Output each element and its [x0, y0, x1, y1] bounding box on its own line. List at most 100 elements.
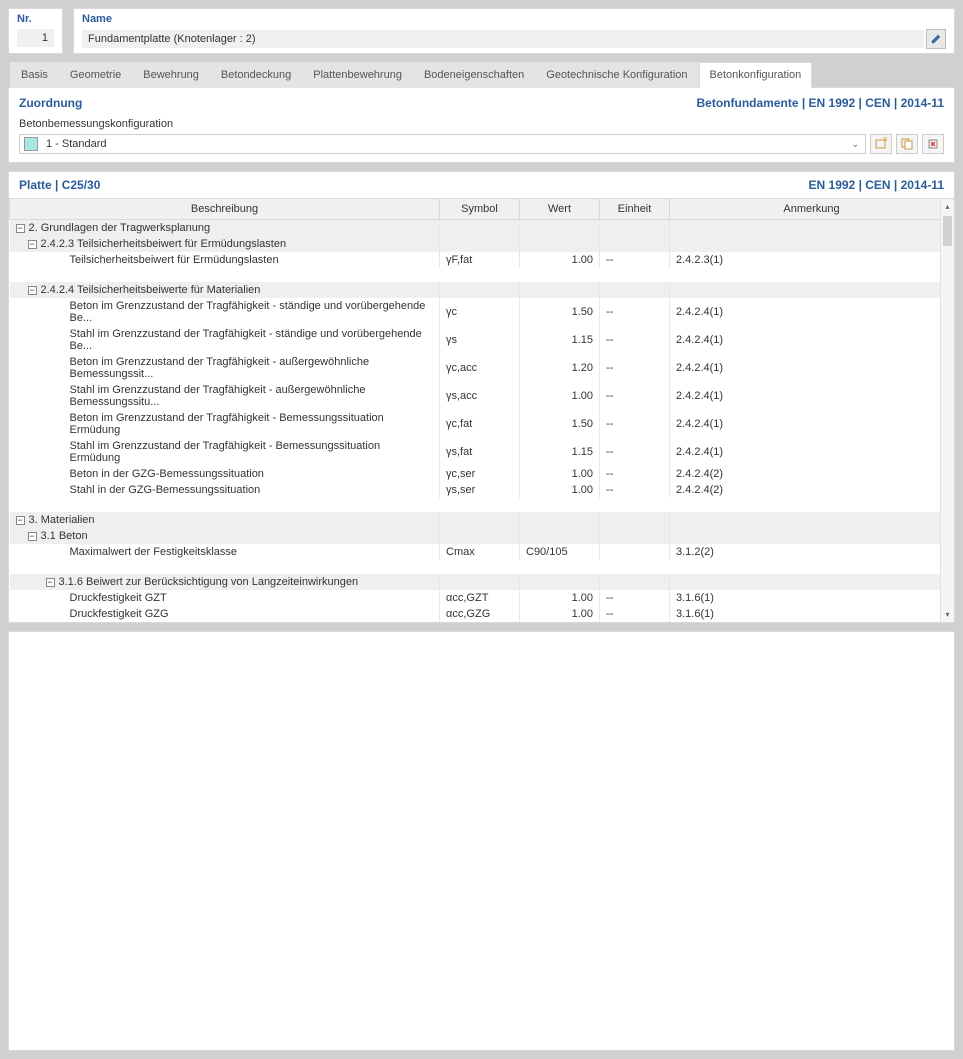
config-label: Betonbemessungskonfiguration — [19, 118, 944, 130]
cell-note — [670, 236, 954, 252]
table-row[interactable]: Druckfestigkeit GZTαcc,GZT1.00--3.1.6(1) — [10, 590, 954, 606]
tree-toggle-icon[interactable]: − — [16, 516, 25, 525]
table-row[interactable]: −3.1.6 Beiwert zur Berücksichtigung von … — [10, 574, 954, 590]
nr-field: Nr. 1 — [8, 8, 63, 54]
cell-val[interactable]: 1.15 — [520, 438, 600, 466]
col-note[interactable]: Anmerkung — [670, 199, 954, 220]
config-select-value: 1 - Standard — [42, 138, 845, 150]
table-row[interactable]: −2.4.2.3 Teilsicherheitsbeiwert für Ermü… — [10, 236, 954, 252]
cell-val[interactable]: 1.00 — [520, 466, 600, 482]
cell-val[interactable]: 1.50 — [520, 410, 600, 438]
cell-val[interactable]: 1.15 — [520, 326, 600, 354]
tab-basis[interactable]: Basis — [10, 62, 59, 88]
row-description: Druckfestigkeit GZG — [70, 608, 169, 620]
cell-val[interactable]: 1.00 — [520, 382, 600, 410]
cell-unit: -- — [600, 590, 670, 606]
table-row[interactable]: −2. Grundlagen der Tragwerksplanung — [10, 220, 954, 237]
delete-config-button[interactable] — [922, 134, 944, 154]
tab-bodeneigenschaften[interactable]: Bodeneigenschaften — [413, 62, 535, 88]
cell-val[interactable]: 1.00 — [520, 482, 600, 498]
cell-sym: γs,acc — [440, 382, 520, 410]
tree-toggle-icon[interactable]: − — [28, 532, 37, 541]
table-row[interactable]: Beton im Grenzzustand der Tragfähigkeit … — [10, 410, 954, 438]
tab-betondeckung[interactable]: Betondeckung — [210, 62, 302, 88]
cell-unit — [600, 528, 670, 544]
tree-toggle-icon[interactable]: − — [28, 240, 37, 249]
table-row[interactable]: Stahl im Grenzzustand der Tragfähigkeit … — [10, 326, 954, 354]
table-row[interactable]: Beton im Grenzzustand der Tragfähigkeit … — [10, 354, 954, 382]
scroll-thumb[interactable] — [943, 216, 952, 246]
cell-note — [670, 220, 954, 237]
dropdown-arrow-icon[interactable]: ⌄ — [845, 139, 865, 150]
cell-note: 2.4.2.4(1) — [670, 438, 954, 466]
cell-val[interactable]: 1.50 — [520, 298, 600, 326]
row-description: Stahl im Grenzzustand der Tragfähigkeit … — [70, 328, 422, 352]
cell-note — [670, 574, 954, 590]
table-row[interactable]: −3. Materialien — [10, 512, 954, 528]
table-row[interactable]: Beton in der GZG-Bemessungssituationγc,s… — [10, 466, 954, 482]
cell-note: 2.4.2.4(1) — [670, 382, 954, 410]
col-unit[interactable]: Einheit — [600, 199, 670, 220]
vertical-scrollbar[interactable]: ▴ ▾ — [940, 200, 954, 622]
row-description: 2.4.2.3 Teilsicherheitsbeiwert für Ermüd… — [41, 238, 287, 250]
tab-bewehrung[interactable]: Bewehrung — [132, 62, 210, 88]
cell-val — [520, 282, 600, 298]
tree-toggle-icon[interactable]: − — [46, 578, 55, 587]
tab-betonkonfiguration[interactable]: Betonkonfiguration — [699, 62, 813, 88]
table-row[interactable]: Beton im Grenzzustand der Tragfähigkeit … — [10, 298, 954, 326]
copy-config-button[interactable] — [896, 134, 918, 154]
edit-name-button[interactable] — [926, 29, 946, 49]
assignment-title: Zuordnung — [19, 96, 82, 110]
cell-unit: -- — [600, 326, 670, 354]
col-desc[interactable]: Beschreibung — [10, 199, 440, 220]
table-row[interactable]: Teilsicherheitsbeiwert für Ermüdungslast… — [10, 252, 954, 268]
row-description: Beton im Grenzzustand der Tragfähigkeit … — [70, 356, 370, 380]
table-row[interactable]: −2.4.2.4 Teilsicherheitsbeiwerte für Mat… — [10, 282, 954, 298]
col-val[interactable]: Wert — [520, 199, 600, 220]
nr-value[interactable]: 1 — [17, 29, 54, 47]
cell-sym: γc — [440, 298, 520, 326]
table-row[interactable]: Druckfestigkeit GZGαcc,GZG1.00--3.1.6(1) — [10, 606, 954, 622]
cell-note: 3.1.6(1) — [670, 606, 954, 622]
tab-geotechnische-konfiguration[interactable]: Geotechnische Konfiguration — [535, 62, 698, 88]
cell-unit: -- — [600, 466, 670, 482]
empty-panel — [8, 631, 955, 1051]
scroll-up-icon[interactable]: ▴ — [941, 200, 954, 214]
tree-toggle-icon[interactable]: − — [16, 224, 25, 233]
cell-sym: αcc,GZG — [440, 606, 520, 622]
cell-unit: -- — [600, 482, 670, 498]
row-description: Beton im Grenzzustand der Tragfähigkeit … — [70, 412, 384, 436]
cell-sym: γs — [440, 326, 520, 354]
table-row[interactable]: Stahl im Grenzzustand der Tragfähigkeit … — [10, 382, 954, 410]
name-value[interactable]: Fundamentplatte (Knotenlager : 2) — [82, 30, 924, 48]
tab-plattenbewehrung[interactable]: Plattenbewehrung — [302, 62, 413, 88]
cell-val[interactable]: C90/105 — [520, 544, 600, 560]
cell-val — [520, 574, 600, 590]
cell-unit — [600, 236, 670, 252]
cell-val[interactable]: 1.00 — [520, 606, 600, 622]
row-description: Druckfestigkeit GZT — [70, 592, 167, 604]
cell-unit — [600, 544, 670, 560]
tab-bar: BasisGeometrieBewehrungBetondeckungPlatt… — [8, 62, 955, 88]
table-row[interactable]: Stahl in der GZG-Bemessungssituationγs,s… — [10, 482, 954, 498]
table-row[interactable]: −3.1 Beton — [10, 528, 954, 544]
config-select[interactable]: 1 - Standard ⌄ — [19, 134, 866, 154]
cell-val[interactable]: 1.00 — [520, 252, 600, 268]
cell-note: 2.4.2.4(2) — [670, 466, 954, 482]
row-description: Stahl im Grenzzustand der Tragfähigkeit … — [70, 384, 366, 408]
cell-val — [520, 220, 600, 237]
new-config-button[interactable] — [870, 134, 892, 154]
tree-toggle-icon[interactable]: − — [28, 286, 37, 295]
table-row[interactable]: Stahl im Grenzzustand der Tragfähigkeit … — [10, 438, 954, 466]
cell-unit: -- — [600, 438, 670, 466]
col-sym[interactable]: Symbol — [440, 199, 520, 220]
cell-sym — [440, 282, 520, 298]
assignment-standard: Betonfundamente | EN 1992 | CEN | 2014-1… — [697, 96, 945, 110]
cell-val[interactable]: 1.00 — [520, 590, 600, 606]
tab-geometrie[interactable]: Geometrie — [59, 62, 132, 88]
scroll-down-icon[interactable]: ▾ — [941, 608, 954, 622]
row-description: Beton im Grenzzustand der Tragfähigkeit … — [70, 300, 426, 324]
cell-val[interactable]: 1.20 — [520, 354, 600, 382]
table-row[interactable]: Maximalwert der FestigkeitsklasseCmaxC90… — [10, 544, 954, 560]
cell-unit: -- — [600, 354, 670, 382]
